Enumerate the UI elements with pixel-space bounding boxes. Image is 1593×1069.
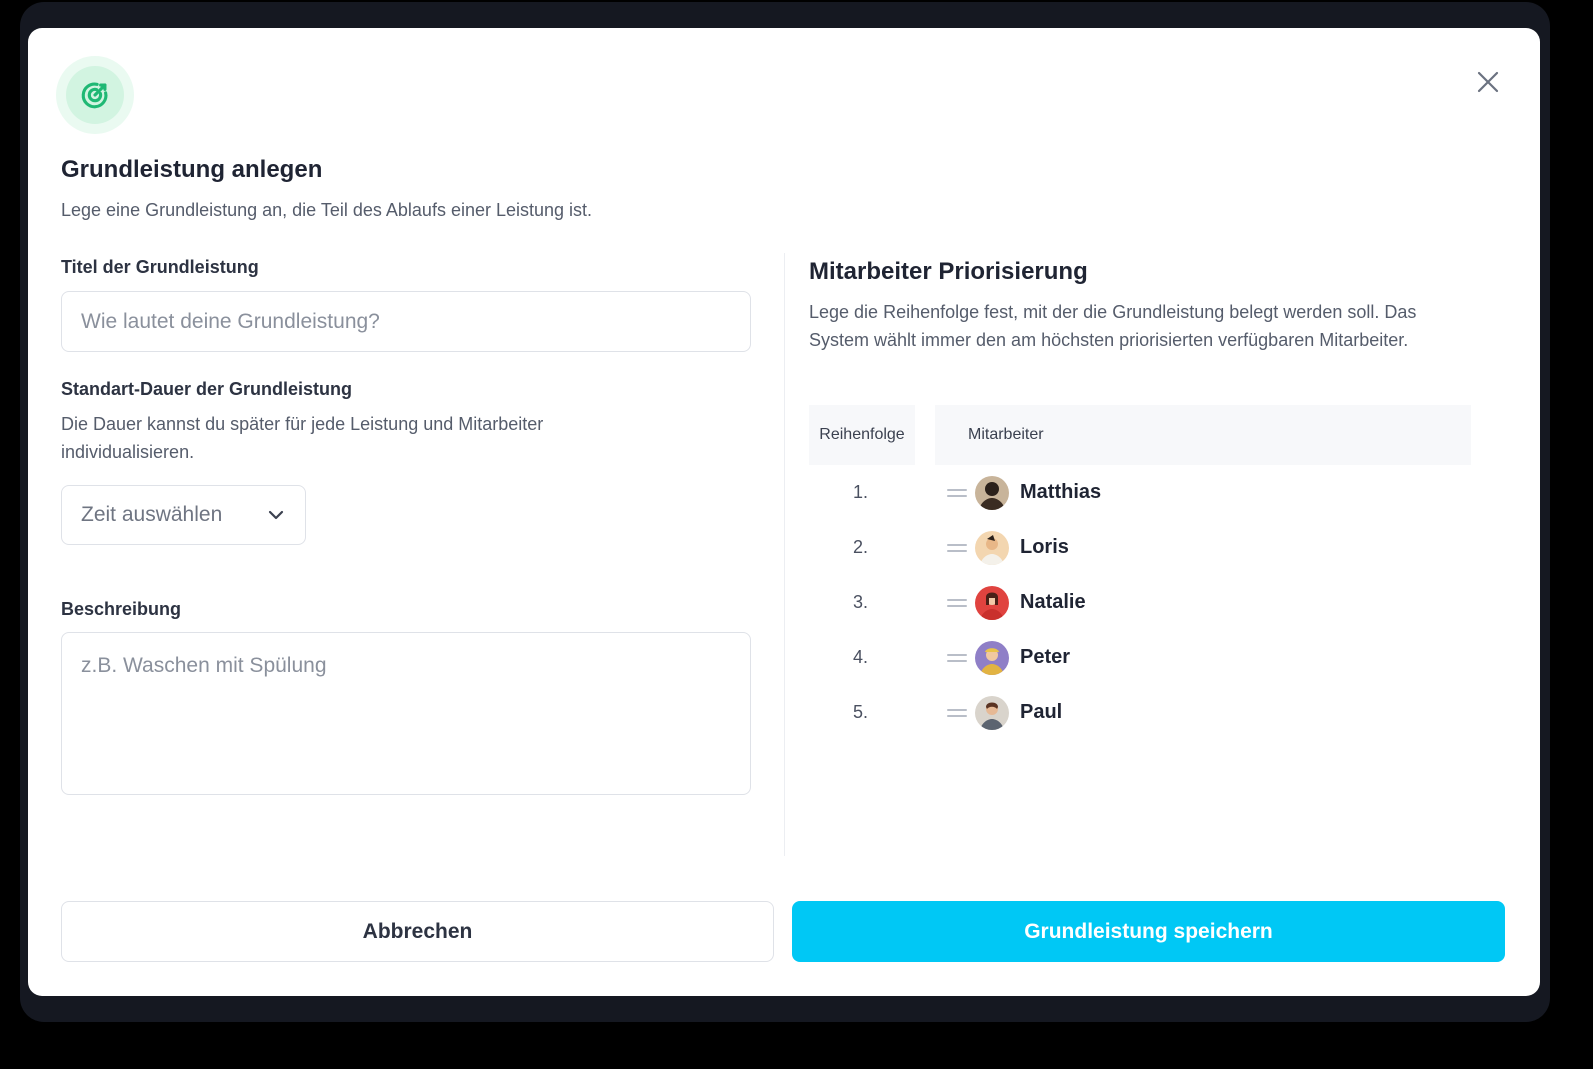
priority-description: Lege die Reihenfolge fest, mit der die G…	[809, 302, 1417, 350]
avatar	[975, 696, 1009, 730]
description-textarea[interactable]	[61, 632, 751, 795]
employee-row: 1. Matthias	[809, 474, 1469, 514]
close-icon	[1477, 71, 1499, 93]
duration-select[interactable]: Zeit auswählen	[61, 485, 306, 545]
employee-name: Paul	[1020, 701, 1063, 723]
drag-handle-icon[interactable]	[947, 652, 967, 664]
employee-row: 3. Natalie	[809, 584, 1469, 624]
title-field-label: Titel der Grundleistung	[61, 257, 259, 277]
modal-title: Grundleistung anlegen	[61, 156, 323, 183]
row-rank: 1.	[853, 482, 869, 502]
column-header-order: Reihenfolge	[809, 405, 915, 465]
row-rank: 4.	[853, 647, 869, 667]
drag-handle-icon[interactable]	[947, 597, 967, 609]
duration-field-label: Standart-Dauer der Grundleistung	[61, 379, 353, 399]
priority-title: Mitarbeiter Priorisierung	[809, 258, 1088, 285]
save-button[interactable]: Grundleistung speichern	[792, 901, 1505, 962]
employee-name: Natalie	[1020, 591, 1086, 613]
drag-handle-icon[interactable]	[947, 487, 967, 499]
modal-icon-badge	[56, 56, 134, 134]
cancel-button[interactable]: Abbrechen	[61, 901, 774, 962]
employee-name: Peter	[1020, 646, 1071, 668]
column-divider	[784, 253, 785, 856]
avatar	[975, 586, 1009, 620]
description-field-label: Beschreibung	[61, 599, 182, 619]
target-icon	[81, 82, 108, 109]
column-header-employee: Mitarbeiter	[935, 405, 1471, 465]
employee-row: 4. Peter	[809, 639, 1469, 679]
close-button[interactable]	[1472, 66, 1504, 98]
employee-name: Loris	[1020, 536, 1069, 558]
avatar	[975, 641, 1009, 675]
chevron-down-icon	[268, 510, 284, 520]
duration-help-text: Die Dauer kannst du später für jede Leis…	[61, 414, 544, 462]
drag-handle-icon[interactable]	[947, 542, 967, 554]
drag-handle-icon[interactable]	[947, 707, 967, 719]
employee-row: 5. Paul	[809, 694, 1469, 734]
row-rank: 5.	[853, 702, 869, 722]
title-input[interactable]	[61, 291, 751, 352]
create-service-modal: Grundleistung anlegen Lege eine Grundlei…	[28, 28, 1540, 996]
employee-name: Matthias	[1020, 481, 1102, 503]
avatar	[975, 531, 1009, 565]
avatar	[975, 476, 1009, 510]
employee-row: 2. Loris	[809, 529, 1469, 569]
row-rank: 3.	[853, 592, 869, 612]
duration-select-value: Zeit auswählen	[81, 503, 223, 526]
row-rank: 2.	[853, 537, 869, 557]
modal-subtitle: Lege eine Grundleistung an, die Teil des…	[61, 200, 593, 220]
